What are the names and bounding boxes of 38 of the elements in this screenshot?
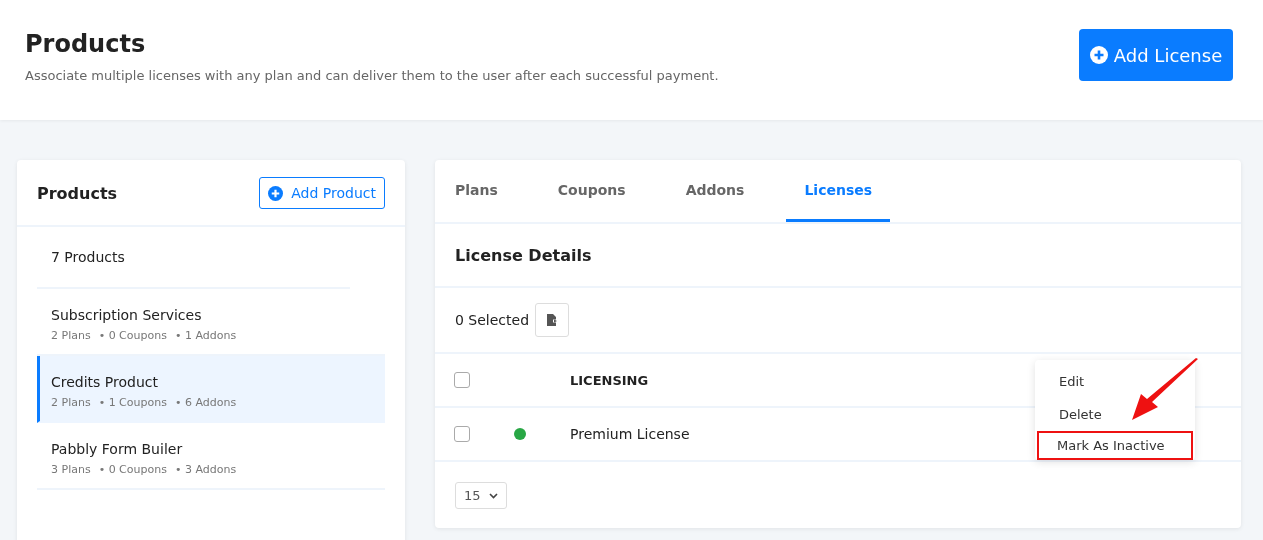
menu-item[interactable]: Edit xyxy=(1037,365,1193,398)
chevron-down-icon xyxy=(488,492,498,499)
product-name: Credits Product xyxy=(51,374,159,390)
coupons-count: • 0 Coupons xyxy=(98,463,167,476)
addons-count: • 6 Addons xyxy=(174,396,237,409)
tab[interactable]: Coupons xyxy=(539,160,644,222)
plans-count: 2 Plans xyxy=(51,329,91,342)
tab[interactable]: Licenses xyxy=(786,160,891,222)
plans-count: 3 Plans xyxy=(51,463,91,476)
addons-count: • 1 Addons xyxy=(174,329,237,342)
select-all-checkbox[interactable] xyxy=(454,372,470,388)
page-subtitle: Associate multiple licenses with any plan and can deliver them to the user after each successful payment. xyxy=(25,68,719,83)
tab[interactable]: Addons xyxy=(667,160,763,222)
section-title: License Details xyxy=(455,245,592,265)
product-name: Pabbly Form Builer xyxy=(51,441,184,457)
product-item[interactable]: Pabbly Form Builer 3 Plans • 0 Coupons • 3 Addons xyxy=(37,423,385,490)
page-size-select[interactable]: 15 xyxy=(455,482,507,509)
add-license-button[interactable]: Add License xyxy=(1079,29,1233,81)
product-name: Subscription Services xyxy=(51,307,203,323)
coupons-count: • 0 Coupons xyxy=(98,329,167,342)
menu-item[interactable]: Mark As Inactive xyxy=(1037,431,1193,460)
page-title: Products xyxy=(25,30,147,58)
tab[interactable]: Plans xyxy=(437,160,516,222)
export-button[interactable] xyxy=(535,303,570,337)
column-header: LICENSING xyxy=(570,372,649,388)
product-count: 7 Products xyxy=(51,249,125,265)
plans-count: 2 Plans xyxy=(51,396,91,409)
plus-circle-icon xyxy=(268,185,284,201)
menu-item[interactable]: Delete xyxy=(1037,398,1193,431)
add-product-button[interactable]: Add Product xyxy=(259,177,385,209)
coupons-count: • 1 Coupons xyxy=(98,396,167,409)
products-card-title: Products xyxy=(37,183,118,203)
addons-count: • 3 Addons xyxy=(174,463,237,476)
plus-circle-icon xyxy=(1089,46,1108,64)
product-item[interactable]: Credits Product 2 Plans • 1 Coupons • 6 Addons xyxy=(37,356,385,423)
selected-count: 0 Selected xyxy=(455,312,530,328)
row-checkbox[interactable] xyxy=(454,426,470,442)
license-name: Premium License xyxy=(570,426,690,442)
